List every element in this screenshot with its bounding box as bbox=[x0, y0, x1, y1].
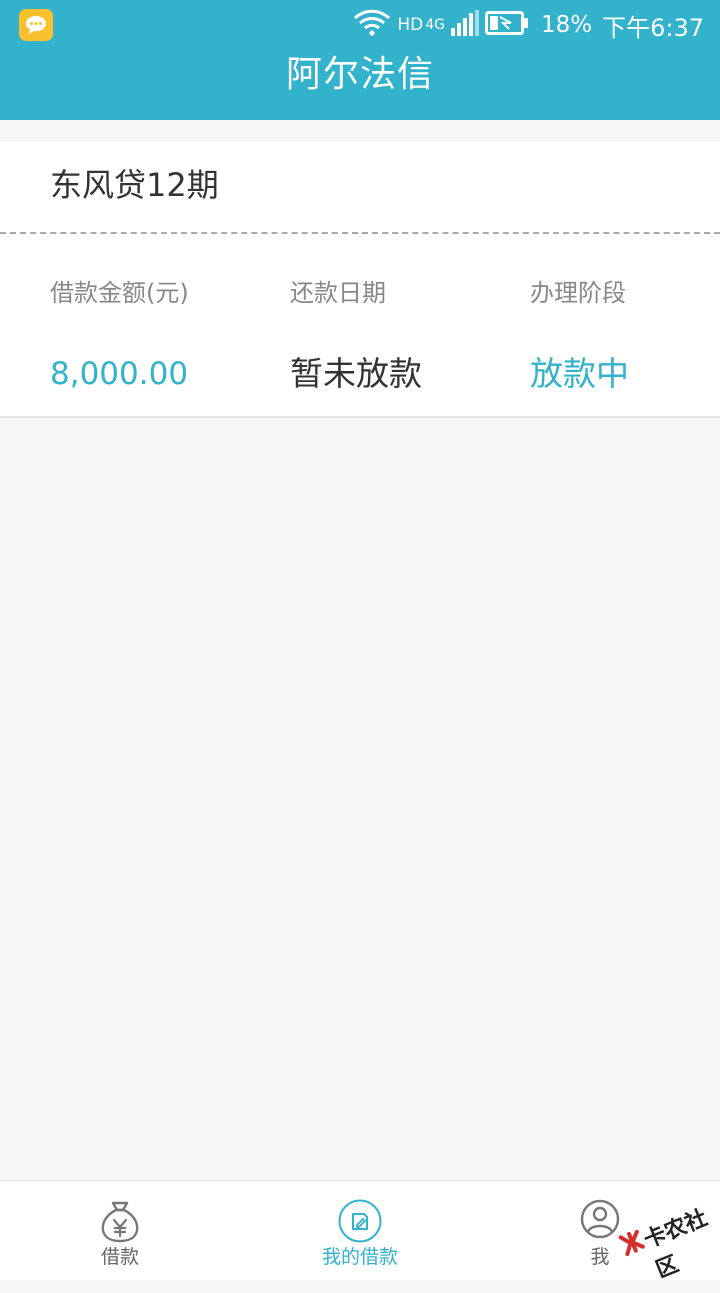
nav-item-my-loans[interactable]: 我的借款 bbox=[240, 1181, 480, 1281]
message-notification-icon bbox=[19, 9, 53, 41]
clock: 下午6:37 bbox=[602, 13, 704, 42]
status-bar: HD 4G 18% 下午6:37 bbox=[0, 0, 720, 50]
signal-icon bbox=[450, 10, 479, 40]
app-header: HD 4G 18% 下午6:37 阿尔法信 bbox=[0, 0, 720, 120]
battery-percent: 18% bbox=[540, 12, 593, 38]
hd-indicator: HD bbox=[397, 15, 424, 35]
processing-stage-label: 办理阶段 bbox=[530, 279, 626, 307]
document-icon bbox=[338, 1199, 382, 1243]
repayment-date-label: 还款日期 bbox=[290, 279, 386, 307]
loan-card[interactable]: 东风贷12期 借款金额(元) 还款日期 办理阶段 8,000.00 暂未放款 放… bbox=[0, 142, 720, 418]
loan-product-name: 东风贷12期 bbox=[50, 166, 219, 204]
loan-amount-label: 借款金额(元) bbox=[50, 279, 189, 307]
bottom-nav: 借款 我的借款 我 bbox=[0, 1180, 720, 1280]
money-bag-icon bbox=[100, 1199, 140, 1243]
processing-stage-value: 放款中 bbox=[530, 354, 629, 393]
dashed-divider bbox=[0, 232, 720, 234]
battery-icon bbox=[484, 11, 529, 39]
nav-label-my-loans: 我的借款 bbox=[321, 1246, 398, 1268]
repayment-date-value: 暂未放款 bbox=[290, 354, 422, 393]
nav-label-loan: 借款 bbox=[100, 1246, 139, 1268]
nav-item-loan[interactable]: 借款 bbox=[0, 1181, 240, 1281]
network-type: 4G bbox=[425, 17, 445, 33]
page-title: 阿尔法信 bbox=[285, 54, 434, 95]
loan-amount-value: 8,000.00 bbox=[50, 356, 189, 392]
wifi-icon bbox=[353, 8, 391, 42]
